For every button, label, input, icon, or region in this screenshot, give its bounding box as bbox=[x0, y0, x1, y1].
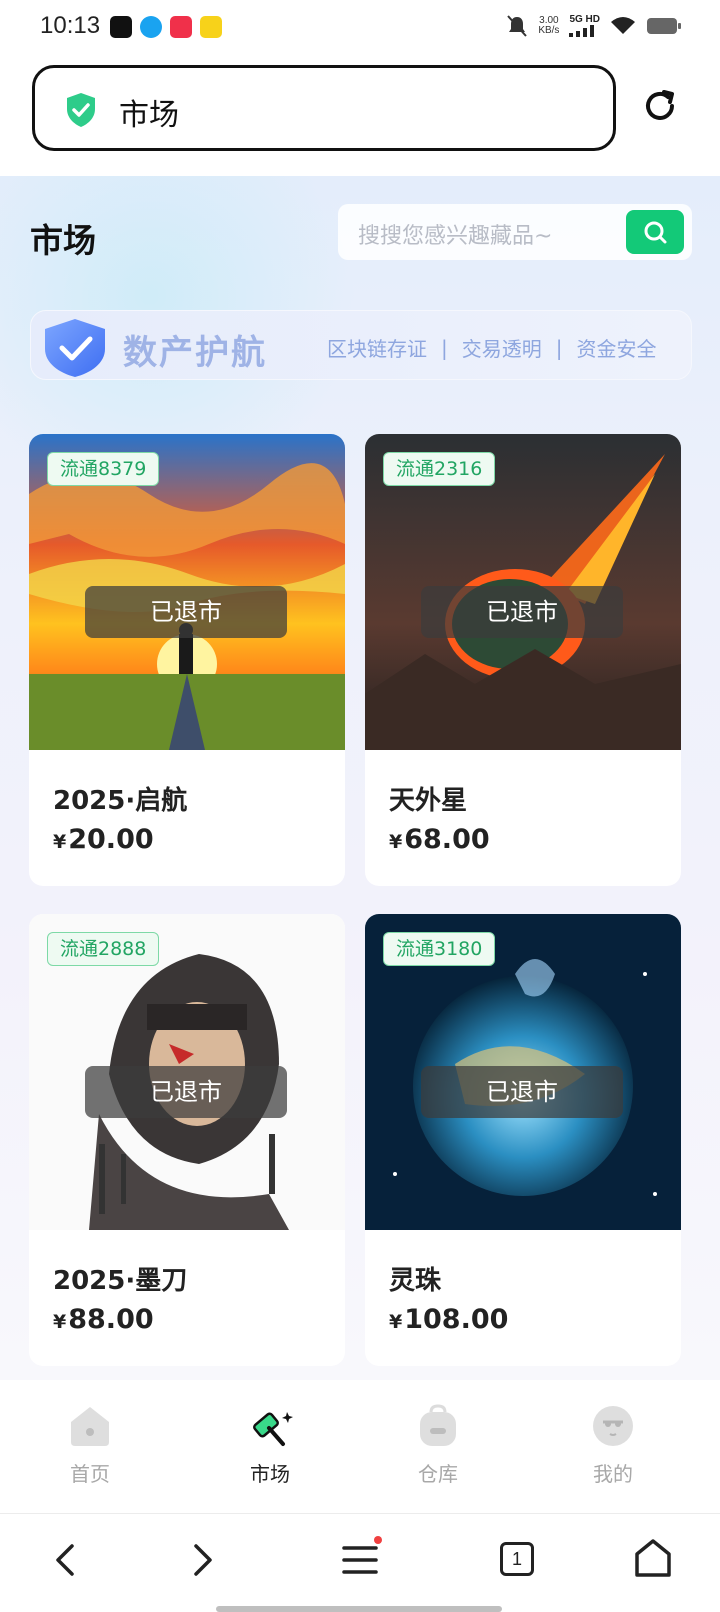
backpack-icon bbox=[420, 1404, 456, 1446]
product-card[interactable]: 流通2316 已退市 天外星 ¥68.00 bbox=[365, 434, 681, 886]
circulation-badge: 流通2888 bbox=[47, 932, 160, 966]
yellow-app-icon bbox=[200, 16, 222, 38]
status-time: 10:13 bbox=[40, 12, 101, 39]
banner-tag: 交易透明 bbox=[461, 337, 542, 361]
mute-bell-icon bbox=[507, 15, 528, 37]
search-button[interactable] bbox=[626, 210, 684, 254]
tiktok-icon bbox=[110, 16, 132, 38]
bottom-tab-bar: 首页 市场 仓库 我的 bbox=[0, 1380, 720, 1514]
circulation-badge: 流通8379 bbox=[47, 452, 160, 486]
search-bar[interactable]: 搜搜您感兴趣藏品~ bbox=[338, 204, 692, 260]
delisted-overlay: 已退市 bbox=[85, 586, 287, 638]
qq-icon bbox=[140, 16, 162, 38]
product-name: 灵珠 bbox=[389, 1266, 442, 1296]
product-name: 2025·墨刀 bbox=[53, 1266, 188, 1296]
shield-check-icon bbox=[45, 319, 105, 377]
profile-icon bbox=[593, 1406, 633, 1446]
banner-title: 数产护航 bbox=[123, 333, 267, 373]
banner-separator: | bbox=[441, 335, 448, 360]
tabs-count-button[interactable]: 1 bbox=[500, 1542, 534, 1576]
product-card[interactable]: 流通8379 已退市 2025·启航 ¥20.00 bbox=[29, 434, 345, 886]
menu-icon bbox=[342, 1536, 382, 1574]
home-icon[interactable] bbox=[634, 1538, 672, 1578]
battery-icon bbox=[647, 18, 681, 34]
trust-banner: 数产护航 区块链存证 | 交易透明 | 资金安全 bbox=[30, 310, 692, 380]
red-app-icon bbox=[170, 16, 192, 38]
delisted-overlay: 已退市 bbox=[421, 586, 623, 638]
product-card[interactable]: 流通2888 已退市 2025·墨刀 ¥88.00 bbox=[29, 914, 345, 1366]
delisted-overlay: 已退市 bbox=[85, 1066, 287, 1118]
banner-tag: 区块链存证 bbox=[327, 337, 427, 361]
product-price: ¥88.00 bbox=[53, 1304, 154, 1335]
browser-url-area: 市场 bbox=[0, 56, 720, 176]
address-bar-title: 市场 bbox=[119, 98, 179, 133]
wifi-icon bbox=[611, 17, 635, 34]
signal-bars-icon bbox=[569, 25, 595, 37]
banner-separator: | bbox=[555, 335, 563, 360]
tab-warehouse[interactable]: 仓库 bbox=[378, 1404, 498, 1487]
gesture-bar[interactable] bbox=[216, 1606, 502, 1612]
search-input[interactable]: 搜搜您感兴趣藏品~ bbox=[358, 218, 552, 250]
tab-profile[interactable]: 我的 bbox=[553, 1404, 673, 1487]
shield-check-icon bbox=[67, 93, 95, 127]
address-bar[interactable]: 市场 bbox=[32, 65, 616, 151]
product-price: ¥108.00 bbox=[389, 1304, 509, 1335]
product-card[interactable]: 流通3180 已退市 灵珠 ¥108.00 bbox=[365, 914, 681, 1366]
banner-tag: 资金安全 bbox=[576, 337, 657, 361]
circulation-badge: 流通2316 bbox=[383, 452, 496, 486]
product-price: ¥68.00 bbox=[389, 824, 490, 855]
status-right: 3.00 KB/s 5G HD bbox=[506, 14, 682, 38]
browser-nav-bar: 1 bbox=[0, 1514, 720, 1612]
tab-home[interactable]: 首页 bbox=[30, 1404, 150, 1487]
tabs-count: 1 bbox=[511, 1549, 522, 1569]
product-name: 2025·启航 bbox=[53, 786, 188, 816]
back-icon[interactable] bbox=[52, 1542, 80, 1578]
delisted-overlay: 已退市 bbox=[421, 1066, 623, 1118]
market-hammer-icon bbox=[253, 1412, 293, 1446]
home-icon bbox=[71, 1407, 109, 1446]
status-app-icons bbox=[110, 16, 222, 38]
status-bar: 10:13 3.00 KB/s 5G HD bbox=[0, 0, 720, 56]
net-speed: 3.00 KB/s bbox=[538, 15, 560, 36]
market-page: 市场 搜搜您感兴趣藏品~ 数产护航 区块链存证 | 交易透明 | 资金安全 流通… bbox=[0, 176, 720, 1380]
page-title: 市场 bbox=[30, 221, 96, 260]
tab-market[interactable]: 市场 bbox=[210, 1404, 330, 1487]
product-price: ¥20.00 bbox=[53, 824, 154, 855]
search-icon bbox=[644, 221, 667, 244]
banner-tags: 区块链存证 | 交易透明 | 资金安全 bbox=[327, 333, 657, 362]
menu-button[interactable] bbox=[342, 1536, 382, 1580]
circulation-badge: 流通3180 bbox=[383, 932, 496, 966]
product-name: 天外星 bbox=[389, 786, 468, 816]
reload-icon[interactable] bbox=[642, 88, 678, 124]
forward-icon[interactable] bbox=[188, 1542, 216, 1578]
cell-signal: 5G HD bbox=[569, 15, 600, 37]
